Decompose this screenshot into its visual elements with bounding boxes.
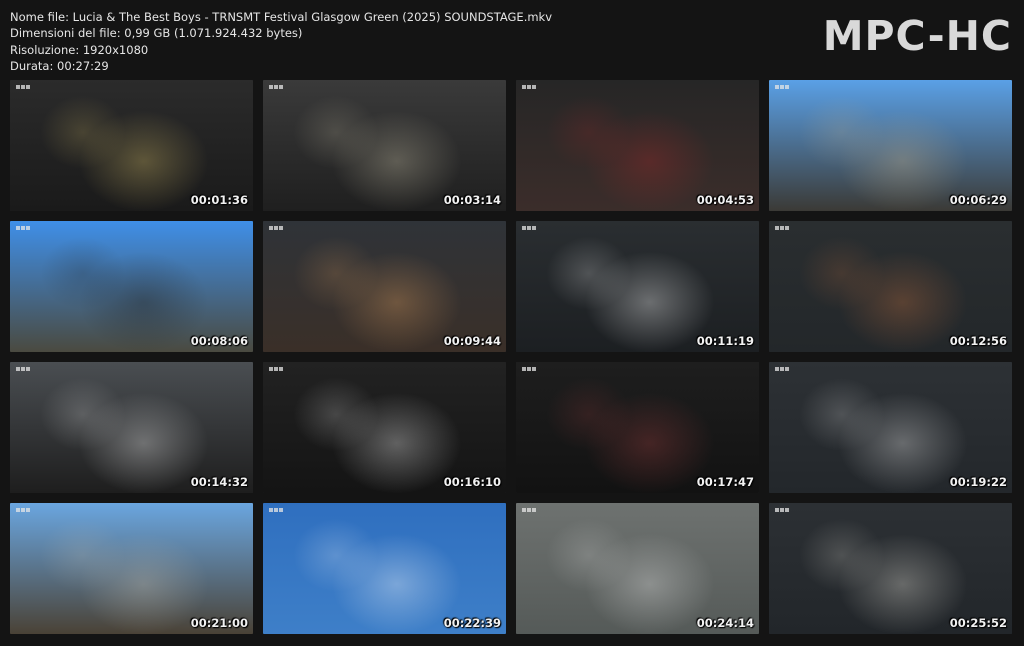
broadcaster-logo-icon (775, 85, 789, 89)
thumbnail-scene-silhouette-singer-blue-sky-crowd (10, 221, 253, 352)
broadcaster-logo-icon (269, 367, 283, 371)
thumbnail-1[interactable]: 00:01:36 (10, 80, 253, 211)
broadcaster-logo-icon (775, 367, 789, 371)
broadcaster-logo-icon (522, 367, 536, 371)
thumbnail-scene-guitarist-back-view-stage (769, 221, 1012, 352)
broadcaster-logo-icon (269, 508, 283, 512)
thumbnail-12[interactable]: 00:19:22 (769, 362, 1012, 493)
thumbnail-timestamp: 00:08:06 (190, 334, 248, 348)
resolution-line: Risoluzione: 1920x1080 (10, 42, 149, 57)
broadcaster-logo-icon (775, 226, 789, 230)
thumbnail-16[interactable]: 00:25:52 (769, 503, 1012, 634)
thumbnail-4[interactable]: 00:06:29 (769, 80, 1012, 211)
thumbnail-11[interactable]: 00:17:47 (516, 362, 759, 493)
thumbnail-timestamp: 00:01:36 (190, 193, 248, 207)
broadcaster-logo-icon (522, 226, 536, 230)
broadcaster-logo-icon (16, 367, 30, 371)
mpc-hc-logo: MPC-HC (822, 12, 1012, 60)
broadcaster-logo-icon (522, 508, 536, 512)
file-size-line: Dimensioni del file: 0,99 GB (1.071.924.… (10, 26, 303, 41)
thumbnail-6[interactable]: 00:09:44 (263, 221, 506, 352)
thumbnail-timestamp: 00:11:19 (696, 334, 754, 348)
broadcaster-logo-icon (269, 85, 283, 89)
thumbnail-timestamp: 00:16:10 (443, 475, 501, 489)
file-info-panel: Nome file: Lucia & The Best Boys - TRNSM… (10, 9, 552, 74)
thumbnail-timestamp: 00:03:14 (443, 193, 501, 207)
thumbnail-scene-sun-flare-blue-sky (263, 503, 506, 634)
thumbnail-scene-singer-and-guitarist-side-stage (769, 362, 1012, 493)
thumbnail-scene-singer-closeup-sunglasses-mic (516, 221, 759, 352)
thumbnail-13[interactable]: 00:21:00 (10, 503, 253, 634)
thumbnail-timestamp: 00:21:00 (190, 616, 248, 630)
thumbnail-3[interactable]: 00:04:53 (516, 80, 759, 211)
thumbnail-timestamp: 00:22:39 (443, 616, 501, 630)
broadcaster-logo-icon (775, 508, 789, 512)
thumbnail-grid: 00:01:36 00:03:14 00:04:53 00:06:29 00:08:06… (10, 80, 1014, 635)
thumbnail-9[interactable]: 00:14:32 (10, 362, 253, 493)
thumbnail-timestamp: 00:04:53 (696, 193, 754, 207)
thumbnail-timestamp: 00:17:47 (696, 475, 754, 489)
thumbnail-scene-wide-stage-smoke-lights (10, 362, 253, 493)
thumbnail-scene-outdoor-stage-crowd-blue-sky (769, 80, 1012, 211)
broadcaster-logo-icon (522, 85, 536, 89)
thumbnail-15[interactable]: 00:24:14 (516, 503, 759, 634)
thumbnail-scene-microphone-closeup-hand (516, 503, 759, 634)
thumbnail-scene-guitarist-on-stage-with-lucia-banner (10, 80, 253, 211)
thumbnail-7[interactable]: 00:11:19 (516, 221, 759, 352)
thumbnail-scene-guitar-neck-closeup (769, 503, 1012, 634)
broadcaster-logo-icon (16, 226, 30, 230)
file-name-line: Nome file: Lucia & The Best Boys - TRNSM… (10, 10, 553, 24)
thumbnail-scene-singer-with-sunglasses-at-mic (263, 80, 506, 211)
thumbnail-scene-bassist-red-bass-closeup (516, 80, 759, 211)
thumbnail-5[interactable]: 00:08:06 (10, 221, 253, 352)
thumbnail-timestamp: 00:06:29 (949, 193, 1007, 207)
thumbnail-timestamp: 00:14:32 (190, 475, 248, 489)
thumbnail-timestamp: 00:09:44 (443, 334, 501, 348)
duration-line: Durata: 00:27:29 (10, 58, 109, 73)
thumbnail-timestamp: 00:25:52 (949, 616, 1007, 630)
thumbnail-timestamp: 00:12:56 (949, 334, 1007, 348)
thumbnail-8[interactable]: 00:12:56 (769, 221, 1012, 352)
thumbnail-timestamp: 00:24:14 (696, 616, 754, 630)
thumbnail-scene-keyboard-player-outdoor-crowd (10, 503, 253, 634)
broadcaster-logo-icon (269, 226, 283, 230)
broadcaster-logo-icon (16, 85, 30, 89)
thumbnail-2[interactable]: 00:03:14 (263, 80, 506, 211)
broadcaster-logo-icon (16, 508, 30, 512)
thumbnail-scene-singer-with-acoustic-guitar (263, 221, 506, 352)
thumbnail-10[interactable]: 00:16:10 (263, 362, 506, 493)
thumbnail-scene-singer-closeup-red-sunglasses (516, 362, 759, 493)
thumbnail-scene-singer-gesturing-with-guitarist (263, 362, 506, 493)
thumbnail-timestamp: 00:19:22 (949, 475, 1007, 489)
thumbnail-14[interactable]: 00:22:39 (263, 503, 506, 634)
